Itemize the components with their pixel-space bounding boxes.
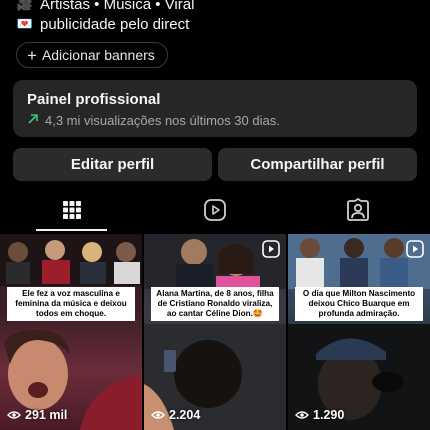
post-1-views: 291 mil [7, 408, 67, 422]
eye-icon [151, 411, 165, 419]
post-3-image [288, 234, 430, 430]
post-2-image [144, 234, 286, 430]
trend-up-arrow-icon [27, 113, 39, 128]
post-thumbnail-2[interactable]: Alana Martina, de 8 anos, filha de Crist… [144, 234, 286, 430]
tab-posts-grid[interactable] [0, 189, 143, 231]
love-letter-emoji-icon: 💌 [16, 16, 34, 31]
bio-line-2: 💌 publicidade pelo direct [16, 14, 416, 34]
edit-profile-button[interactable]: Editar perfil [13, 148, 212, 181]
post-1-caption: Ele fez a voz masculina e feminina da mú… [7, 287, 135, 321]
plus-icon: + [27, 45, 37, 65]
share-profile-button[interactable]: Compartilhar perfil [218, 148, 417, 181]
post-3-view-count: 1.290 [313, 408, 345, 422]
grid-icon [62, 201, 81, 219]
post-2-views: 2.204 [151, 408, 200, 422]
tab-tagged[interactable] [287, 189, 430, 231]
add-banners-button[interactable]: + Adicionar banners [16, 42, 168, 68]
panel-stat-text: 4,3 mi visualizações nos últimos 30 dias… [45, 113, 280, 128]
post-2-reel-icon [262, 240, 280, 258]
post-3-views: 1.290 [295, 408, 344, 422]
tagged-icon [347, 198, 370, 221]
post-1-view-count: 291 mil [25, 408, 68, 422]
post-3-reel-icon [406, 240, 424, 258]
posts-grid: Ele fez a voz masculina e feminina da mú… [0, 234, 430, 430]
post-1-image [0, 234, 142, 430]
profile-bio: 🎥 Artistas • Música • Viral 💌 publicidad… [16, 0, 416, 34]
post-3-caption: O dia que Milton Nascimento deixou Chico… [295, 287, 423, 321]
post-thumbnail-1[interactable]: Ele fez a voz masculina e feminina da mú… [0, 234, 142, 430]
post-2-view-count: 2.204 [169, 408, 201, 422]
camera-emoji-icon: 🎥 [16, 0, 34, 11]
bio-text-2: publicidade pelo direct [40, 15, 190, 33]
panel-title: Painel profissional [27, 91, 161, 108]
panel-stat: 4,3 mi visualizações nos últimos 30 dias… [27, 113, 403, 128]
bio-line-1: 🎥 Artistas • Música • Viral [16, 0, 416, 14]
eye-icon [295, 411, 309, 419]
tab-reels[interactable] [143, 189, 286, 231]
add-banners-label: Adicionar banners [41, 47, 155, 63]
post-2-caption: Alana Martina, de 8 anos, filha de Crist… [151, 287, 279, 321]
bio-text-1: Artistas • Música • Viral [40, 0, 195, 13]
reels-icon [204, 199, 226, 221]
profile-tabs [0, 189, 430, 231]
post-thumbnail-3[interactable]: O dia que Milton Nascimento deixou Chico… [288, 234, 430, 430]
eye-icon [7, 411, 21, 419]
professional-dashboard-panel[interactable]: Painel profissional 4,3 mi visualizações… [13, 80, 417, 137]
